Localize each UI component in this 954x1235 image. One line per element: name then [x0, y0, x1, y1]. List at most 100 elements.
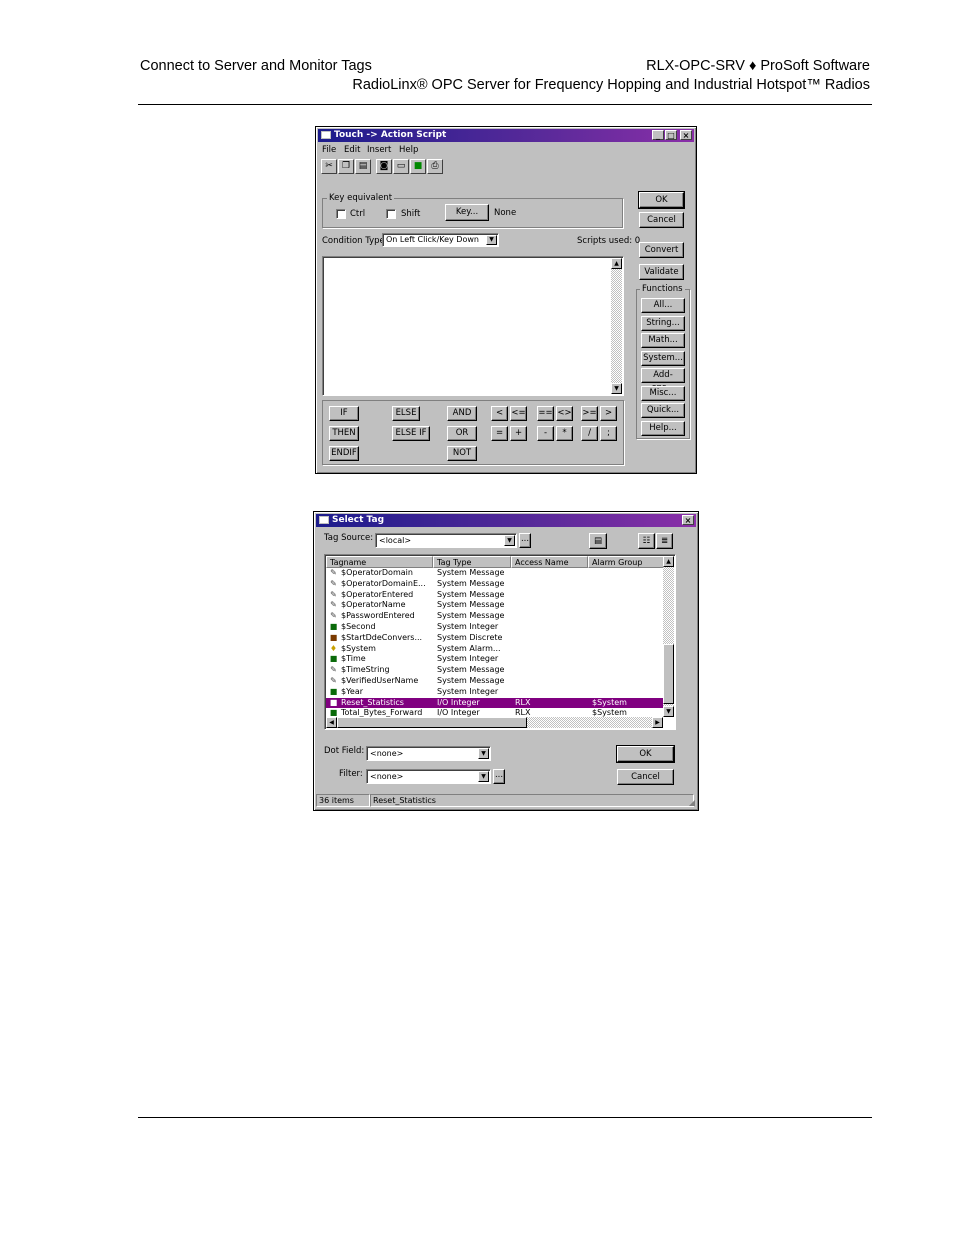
plus-button[interactable]: + [510, 426, 527, 441]
validate-button[interactable]: Validate [639, 264, 684, 280]
table-row[interactable]: ■ $StartDdeConvers... System Discrete [326, 633, 666, 644]
hscroll-thumb[interactable] [337, 717, 527, 728]
greater-than-button[interactable]: > [600, 406, 617, 421]
or-button[interactable]: OR [447, 426, 477, 441]
scroll-up-icon[interactable]: ▲ [611, 258, 622, 269]
chevron-down-icon[interactable]: ▼ [478, 771, 489, 782]
chevron-down-icon[interactable]: ▼ [504, 535, 515, 546]
ok-button[interactable]: OK [616, 745, 675, 763]
minus-button[interactable]: - [537, 426, 554, 441]
column-access-name[interactable]: Access Name [511, 556, 588, 568]
details-view-icon[interactable]: ≣ [656, 533, 673, 549]
message-icon: ✎ [330, 578, 337, 588]
less-than-button[interactable]: < [491, 406, 508, 421]
table-row[interactable]: ■ $Year System Integer [326, 687, 666, 698]
print-icon[interactable]: ⎙ [427, 159, 443, 174]
function-quick-button[interactable]: Quick... [641, 403, 685, 418]
chevron-down-icon[interactable]: ▼ [478, 748, 489, 759]
dot-field-select[interactable]: <none> ▼ [366, 746, 491, 761]
column-tagname[interactable]: Tagname [326, 556, 433, 568]
minimize-icon[interactable]: _ [652, 130, 664, 140]
endif-button[interactable]: ENDIF [329, 446, 359, 461]
tag-source-select[interactable]: <local> ▼ [375, 533, 517, 548]
column-tag-type[interactable]: Tag Type [433, 556, 511, 568]
ctrl-checkbox[interactable] [336, 209, 346, 219]
convert-button[interactable]: Convert [639, 242, 684, 258]
table-row[interactable]: ■ Reset_Statistics I/O Integer RLX $System [326, 697, 666, 709]
chevron-down-icon[interactable]: ▼ [486, 235, 497, 245]
list-view-icon[interactable]: ☷ [638, 533, 655, 549]
multiply-button[interactable]: * [556, 426, 573, 441]
window-icon[interactable]: ▭ [393, 159, 409, 174]
cancel-button[interactable]: Cancel [639, 212, 684, 228]
equal-equal-button[interactable]: == [537, 406, 554, 421]
not-equal-button[interactable]: <> [556, 406, 573, 421]
if-button[interactable]: IF [329, 406, 359, 421]
maximize-icon[interactable]: □ [665, 130, 677, 140]
properties-icon[interactable]: ▤ [589, 533, 607, 549]
menu-insert[interactable]: Insert [367, 145, 391, 155]
function-misc-button[interactable]: Misc... [641, 386, 685, 401]
shift-checkbox[interactable] [386, 209, 396, 219]
greater-equal-button[interactable]: >= [581, 406, 598, 421]
resize-grip-icon[interactable]: ◢ [689, 798, 695, 807]
function-system-button[interactable]: System... [641, 351, 685, 366]
menu-help[interactable]: Help [399, 145, 418, 155]
table-row[interactable]: ♦ $System System Alarm... [326, 644, 666, 655]
less-equal-button[interactable]: <= [510, 406, 527, 421]
tag-list-vscrollbar[interactable]: ▲ ▼ [663, 556, 674, 717]
function-math-button[interactable]: Math... [641, 333, 685, 348]
table-row[interactable]: ■ $Second System Integer [326, 622, 666, 633]
not-button[interactable]: NOT [447, 446, 477, 461]
script-scrollbar[interactable]: ▲ ▼ [611, 258, 622, 394]
function-all-button[interactable]: All... [641, 298, 685, 313]
scroll-left-icon[interactable]: ◀ [326, 717, 337, 728]
menu-edit[interactable]: Edit [344, 145, 360, 155]
function-addons-button[interactable]: Add-ons... [641, 368, 685, 393]
menu-file[interactable]: File [322, 145, 336, 155]
close-icon[interactable]: × [682, 515, 694, 525]
find-icon[interactable]: ◙ [376, 159, 392, 174]
table-row[interactable]: ■ $Time System Integer [326, 654, 666, 665]
close-icon[interactable]: × [680, 130, 692, 140]
scroll-up-icon[interactable]: ▲ [663, 556, 674, 567]
copy-icon[interactable]: ❐ [338, 159, 354, 174]
column-alarm-group[interactable]: Alarm Group [588, 556, 666, 568]
script-editor[interactable]: ▲ ▼ [322, 256, 624, 396]
scroll-thumb[interactable] [663, 644, 674, 704]
import-icon[interactable]: ■ [410, 159, 426, 174]
tag-source-browse-button[interactable]: ... [519, 533, 531, 548]
table-row[interactable]: ✎ $VerifiedUserName System Message [326, 676, 666, 687]
cancel-button[interactable]: Cancel [617, 769, 674, 785]
table-row[interactable]: ✎ $OperatorDomain System Message [326, 568, 666, 579]
scroll-down-icon[interactable]: ▼ [611, 383, 622, 394]
else-button[interactable]: ELSE [392, 406, 420, 421]
table-row[interactable]: ✎ $TimeString System Message [326, 665, 666, 676]
paste-icon[interactable]: ▤ [355, 159, 371, 174]
tag-list[interactable]: Tagname Tag Type Access Name Alarm Group… [324, 554, 676, 730]
filter-browse-button[interactable]: ... [493, 769, 505, 784]
divide-button[interactable]: / [581, 426, 598, 441]
tag-type-cell: I/O Integer [437, 697, 480, 707]
table-row[interactable]: ✎ $PasswordEntered System Message [326, 611, 666, 622]
table-row[interactable]: ✎ $OperatorName System Message [326, 600, 666, 611]
semicolon-button[interactable]: ; [600, 426, 617, 441]
function-string-button[interactable]: String... [641, 316, 685, 331]
assign-button[interactable]: = [491, 426, 508, 441]
cut-icon[interactable]: ✂ [321, 159, 337, 174]
filter-select[interactable]: <none> ▼ [366, 769, 491, 784]
ok-button[interactable]: OK [638, 191, 685, 209]
and-button[interactable]: AND [447, 406, 477, 421]
function-help-button[interactable]: Help... [641, 421, 685, 436]
table-row[interactable]: ✎ $OperatorDomainE... System Message [326, 579, 666, 590]
condition-type-select[interactable]: On Left Click/Key Down ▼ [382, 233, 499, 247]
key-button[interactable]: Key... [445, 204, 489, 221]
select-tag-titlebar: Select Tag × [316, 514, 696, 527]
page-header-product: RLX-OPC-SRV ♦ ProSoft Software [646, 58, 870, 74]
then-button[interactable]: THEN [329, 426, 359, 441]
else-if-button[interactable]: ELSE IF [392, 426, 430, 441]
scroll-down-icon[interactable]: ▼ [663, 706, 674, 717]
scroll-right-icon[interactable]: ▶ [652, 717, 663, 728]
tag-list-hscrollbar[interactable]: ◀ ▶ [326, 717, 663, 728]
table-row[interactable]: ✎ $OperatorEntered System Message [326, 590, 666, 601]
